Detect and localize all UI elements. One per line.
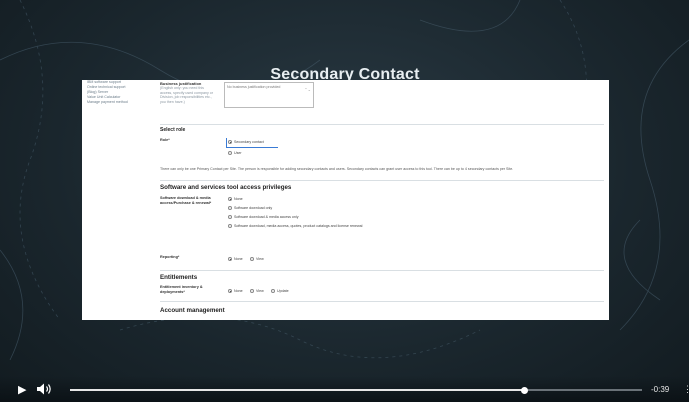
reporting-option-view[interactable]: View [250, 257, 264, 261]
select-role-heading: Select role [160, 127, 186, 133]
account-management-heading: Account management [160, 307, 225, 314]
business-justification-textarea[interactable]: No business justification provided ⌃⌄ [224, 82, 314, 108]
divider [160, 270, 604, 271]
more-options-icon[interactable]: ⋮ [683, 384, 689, 395]
reporting-option-none[interactable]: None [228, 257, 243, 261]
divider [160, 124, 604, 125]
download-option-download-only[interactable]: Software download only [228, 206, 272, 210]
left-nav: IBM software support Online technical su… [87, 80, 157, 105]
entitlements-label: Entitlement inventory & deployments* [160, 285, 203, 294]
left-nav-item[interactable]: Manage payment method [87, 100, 157, 105]
radio-icon[interactable] [250, 257, 254, 261]
scroll-arrows-icon[interactable]: ⌃⌄ [304, 87, 311, 92]
video-controls: ▶ -0:39 ⋮ [0, 376, 689, 402]
radio-selected-icon[interactable] [228, 257, 232, 261]
entitlements-option-update[interactable]: Update [271, 289, 289, 293]
radio-selected-icon[interactable] [228, 289, 232, 293]
radio-selected-icon[interactable] [228, 140, 232, 144]
role-option-user[interactable]: User [228, 151, 242, 155]
business-justification-help: (English only: you need this access, spe… [160, 86, 213, 104]
radio-icon[interactable] [228, 151, 232, 155]
divider [160, 301, 604, 302]
radio-icon[interactable] [228, 224, 232, 228]
business-justification-label: Business justification (English only: yo… [160, 81, 213, 104]
progress-handle[interactable] [521, 386, 529, 394]
progress-fill [70, 389, 525, 391]
radio-icon[interactable] [250, 289, 254, 293]
time-remaining: -0:39 [651, 385, 670, 394]
divider [160, 180, 604, 181]
entitlements-option-none[interactable]: None [228, 289, 243, 293]
business-justification-row: Business justification (English only: yo… [160, 81, 604, 122]
download-option-download-media[interactable]: Software download & media access only [228, 215, 299, 219]
role-option-secondary-contact[interactable]: Secondary contact [228, 140, 264, 144]
role-note: There can only be one Primary Contact pe… [160, 167, 514, 171]
play-icon[interactable]: ▶ [18, 383, 26, 396]
volume-icon[interactable] [36, 382, 52, 396]
role-label: Role* [160, 138, 170, 142]
software-services-heading: Software and services tool access privil… [160, 184, 292, 191]
radio-selected-icon[interactable] [228, 197, 232, 201]
download-option-none[interactable]: None [228, 197, 243, 201]
radio-icon[interactable] [228, 215, 232, 219]
slide-content: IBM software support Online technical su… [82, 80, 609, 320]
radio-icon[interactable] [271, 289, 275, 293]
software-download-label: Software download & media access/Purchas… [160, 196, 212, 205]
radio-icon[interactable] [228, 206, 232, 210]
download-option-full-access[interactable]: Software download, media access, quotes,… [228, 224, 362, 228]
entitlements-heading: Entitlements [160, 274, 198, 281]
progress-track[interactable] [70, 386, 642, 394]
entitlements-option-view[interactable]: View [250, 289, 264, 293]
reporting-label: Reporting* [160, 255, 180, 259]
